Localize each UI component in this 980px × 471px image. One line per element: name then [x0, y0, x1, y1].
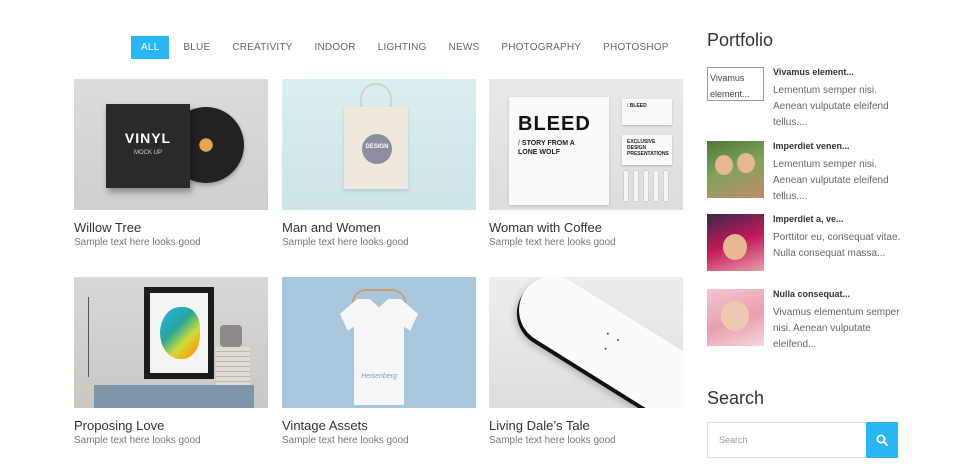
baby-photo-thumbnail[interactable] — [707, 214, 764, 271]
picture-frame-shape — [144, 287, 214, 379]
gallery-card[interactable]: Living Dale’s Tale Sample text here look… — [489, 277, 683, 446]
card-subtitle: Sample text here looks good — [489, 237, 616, 248]
branch-shape — [88, 297, 128, 377]
search-input[interactable]: Search — [707, 422, 866, 458]
portfolio-item-title[interactable]: Imperdiet venen... — [773, 141, 850, 151]
tshirt-logo-text: Heisenberg — [361, 373, 397, 380]
card-title[interactable]: Vintage Assets — [282, 418, 476, 433]
bleed-poster-shape: BLEED / STORY FROM A LONE WOLF — [509, 97, 609, 205]
filter-blue[interactable]: BLUE — [172, 36, 221, 59]
infant-photo-thumbnail[interactable] — [707, 289, 764, 346]
gallery-card[interactable]: Proposing Love Sample text here looks go… — [74, 277, 268, 446]
portfolio-list-item[interactable]: Nulla consequat... Vivamus elementum sem… — [707, 289, 907, 350]
filter-news[interactable]: NEWS — [438, 36, 491, 59]
filter-photoshop[interactable]: PHOTOSHOP — [592, 36, 680, 59]
filter-creativity[interactable]: CREATIVITY — [221, 36, 303, 59]
filter-all[interactable]: ALL — [131, 36, 170, 59]
vinyl-mockup-image[interactable]: VINYL MOCK UP — [74, 79, 268, 210]
gallery-card[interactable]: BLEED / STORY FROM A LONE WOLF / BLEED EX… — [489, 79, 683, 248]
tshirt-mockup-image[interactable]: Heisenberg — [282, 277, 476, 408]
decor-shape — [220, 325, 242, 347]
portfolio-item-excerpt: Lementum semper nisi. Aenean vulputate e… — [773, 85, 889, 128]
filter-photography[interactable]: PHOTOGRAPHY — [490, 36, 592, 59]
filter-lighting[interactable]: LIGHTING — [367, 36, 438, 59]
portfolio-list-item[interactable]: Imperdiet venen... Lementum semper nisi.… — [707, 141, 907, 202]
gallery-card[interactable]: DESIGN Man and Women Sample text here lo… — [282, 79, 476, 248]
portfolio-item-title[interactable]: Vivamus element... — [773, 67, 854, 77]
tshirt-shape — [340, 299, 418, 405]
bag-logo-shape: DESIGN — [362, 134, 392, 164]
card-title[interactable]: Woman with Coffee — [489, 220, 683, 235]
search-heading: Search — [707, 388, 765, 408]
parrot-shape — [160, 307, 200, 359]
card-title[interactable]: Living Dale’s Tale — [489, 418, 683, 433]
gallery-card[interactable]: VINYL MOCK UP Willow Tree Sample text he… — [74, 79, 268, 248]
portfolio-list-item[interactable]: Vivamus element... Vivamus element... Le… — [707, 67, 907, 137]
vinyl-logo-text: VINYL — [124, 130, 172, 146]
bleed-stationery-image[interactable]: BLEED / STORY FROM A LONE WOLF / BLEED EX… — [489, 79, 683, 210]
portfolio-item-title[interactable]: Nulla consequat... — [773, 289, 850, 299]
pencils-shape — [624, 171, 668, 201]
dresser-shape — [94, 385, 254, 408]
bag-logo-text: DESIGN — [365, 144, 389, 150]
bleed-sub-text: / STORY FROM A LONE WOLF — [518, 140, 575, 156]
card-subtitle: Sample text here looks good — [489, 435, 616, 446]
books-shape — [216, 347, 250, 385]
gallery-card[interactable]: Heisenberg Vintage Assets Sample text he… — [282, 277, 476, 446]
portfolio-heading: Portfolio — [707, 30, 774, 50]
portfolio-item-excerpt: Vivamus elementum semper nisi. Aenean vu… — [773, 307, 900, 350]
broken-image-placeholder[interactable]: Vivamus element... — [707, 67, 764, 101]
card-subtitle: Sample text here looks good — [282, 237, 409, 248]
filter-indoor[interactable]: INDOOR — [304, 36, 367, 59]
vinyl-sleeve-shape: VINYL MOCK UP — [106, 104, 190, 188]
card-title[interactable]: Willow Tree — [74, 220, 268, 235]
business-card-shape: EXCLUSIVE DESIGN PRESENTATIONS — [622, 135, 672, 165]
tote-bag-image[interactable]: DESIGN — [282, 79, 476, 210]
card-title[interactable]: Proposing Love — [74, 418, 268, 433]
portfolio-item-excerpt: Lementum semper nisi. Aenean vulputate e… — [773, 159, 889, 202]
skateboard-shape — [506, 277, 683, 408]
portfolio-item-title[interactable]: Imperdiet a, ve... — [773, 214, 844, 224]
bleed-title-text: BLEED — [518, 113, 591, 135]
portfolio-list-item[interactable]: Imperdiet a, ve... Porttitor eu, consequ… — [707, 214, 907, 274]
skateboard-image[interactable] — [489, 277, 683, 408]
portfolio-item-excerpt: Porttitor eu, consequat vitae. Nulla con… — [773, 232, 901, 259]
card-subtitle: Sample text here looks good — [282, 435, 409, 446]
business-card-shape: / BLEED — [622, 99, 672, 125]
search-button[interactable] — [866, 422, 898, 458]
parrot-frame-image[interactable] — [74, 277, 268, 408]
search-icon — [876, 434, 888, 446]
vinyl-sub-text: MOCK UP — [133, 150, 162, 156]
children-photo-thumbnail[interactable] — [707, 141, 764, 198]
card-title[interactable]: Man and Women — [282, 220, 476, 235]
portfolio-filter-bar: ALL BLUE CREATIVITY INDOOR LIGHTING NEWS… — [131, 36, 680, 59]
card-subtitle: Sample text here looks good — [74, 237, 201, 248]
card-subtitle: Sample text here looks good — [74, 435, 201, 446]
